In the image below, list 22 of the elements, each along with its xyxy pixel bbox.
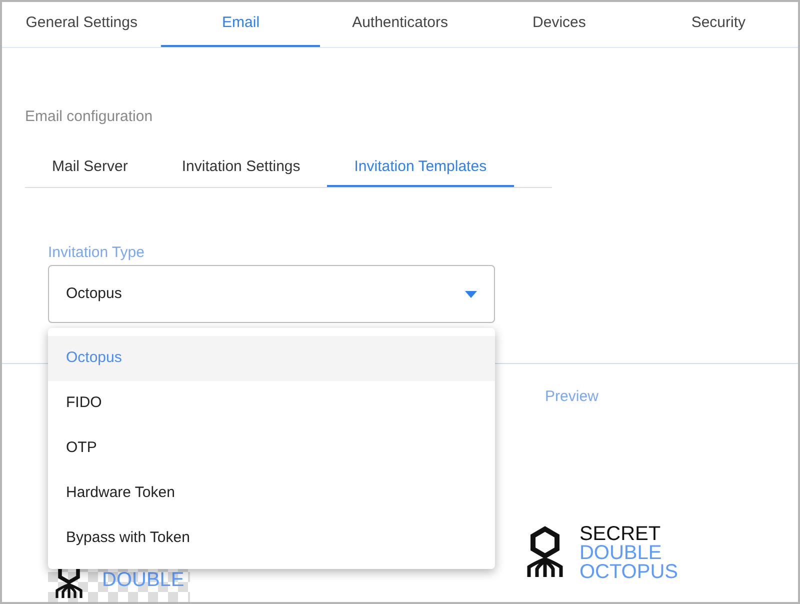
octopus-icon	[525, 526, 566, 580]
logo-text: DOUBLE	[579, 544, 663, 562]
dropdown-option[interactable]: Bypass with Token	[48, 516, 495, 561]
logo-text: OCTOPUS	[579, 562, 678, 582]
dropdown-option[interactable]: OTP	[48, 426, 495, 471]
logo-text: SECRET	[579, 524, 662, 544]
tab[interactable]: General Settings	[2, 2, 162, 47]
tab[interactable]: Devices	[480, 2, 639, 47]
caret-icon	[465, 290, 477, 298]
section-title: Email configuration	[25, 107, 154, 127]
preview-label: Preview	[545, 387, 598, 407]
dropdown-option[interactable]: FIDO	[48, 381, 495, 426]
tab[interactable]: Security	[638, 2, 798, 47]
tab[interactable]: Authenticators	[320, 2, 480, 47]
invitation-type-dropdown[interactable]: Octopus	[48, 265, 495, 323]
tab[interactable]: Email	[161, 2, 320, 47]
logo-text: DOUBLE	[102, 570, 184, 590]
field-label: Invitation Type	[48, 242, 146, 262]
dropdown-option[interactable]: Hardware Token	[48, 471, 495, 516]
subtab[interactable]: Mail Server	[25, 150, 155, 186]
subtab[interactable]: Invitation Settings	[154, 150, 328, 186]
subtab[interactable]: Invitation Templates	[327, 150, 514, 186]
